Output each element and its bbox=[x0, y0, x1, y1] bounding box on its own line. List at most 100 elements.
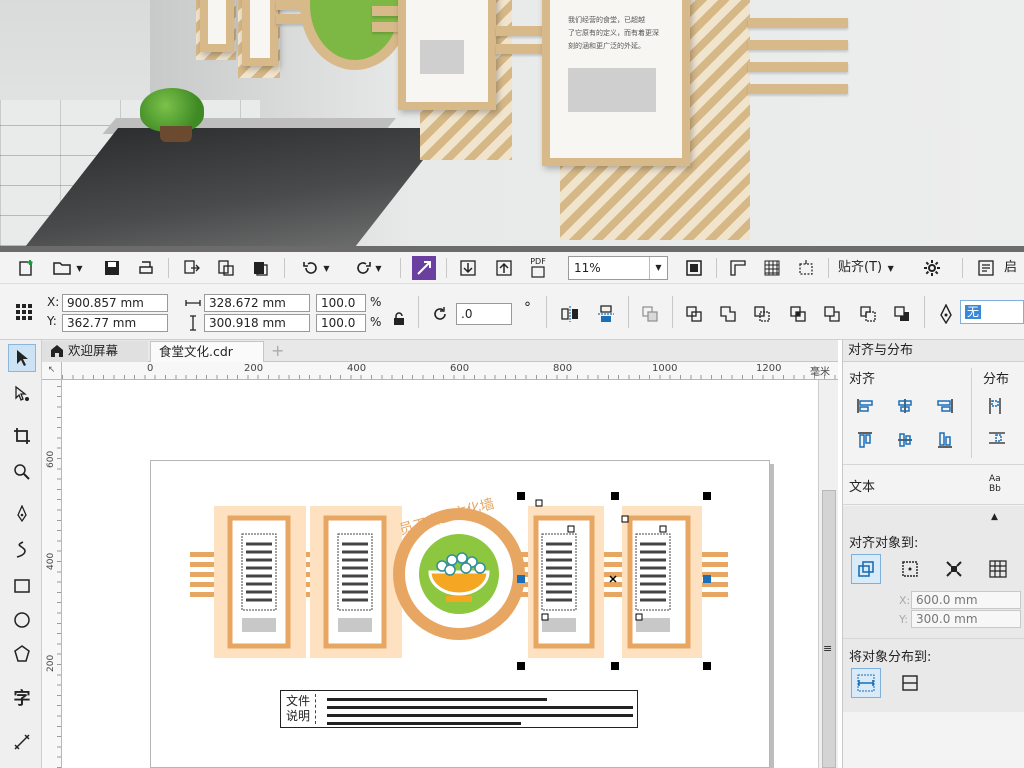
y-label: Y: bbox=[47, 314, 57, 328]
publish-pdf-button[interactable]: PDF bbox=[526, 256, 550, 280]
render-plank bbox=[748, 40, 848, 50]
text-tool-glyph: 字 bbox=[13, 688, 31, 709]
redo-icon[interactable]: ▼ bbox=[346, 256, 390, 280]
undo-icon[interactable]: ▼ bbox=[294, 256, 338, 280]
align-y-field[interactable]: 300.0 mm bbox=[911, 610, 1021, 628]
width-field[interactable]: 328.672 mm bbox=[204, 294, 310, 312]
ruler-tick-label: 400 bbox=[46, 552, 56, 570]
object-origin-icon[interactable] bbox=[12, 300, 36, 324]
collapse-up-icon[interactable]: ▲ bbox=[991, 512, 998, 522]
align-right-icon[interactable] bbox=[933, 394, 957, 418]
ruler-origin[interactable]: ↖ bbox=[42, 362, 62, 380]
distribute-to-selection-icon[interactable] bbox=[851, 668, 881, 698]
height-field[interactable]: 300.918 mm bbox=[204, 314, 310, 332]
outline-width-field[interactable]: 无 bbox=[960, 300, 1024, 324]
launch-label[interactable]: 启 bbox=[1004, 256, 1017, 280]
align-to-active-objects-icon[interactable] bbox=[851, 554, 881, 584]
intersect-icon[interactable] bbox=[786, 302, 810, 326]
polygon-tool-icon[interactable] bbox=[8, 640, 36, 668]
parallel-dimension-tool-icon[interactable] bbox=[8, 728, 36, 756]
scale-height-field[interactable]: 100.0 bbox=[316, 314, 366, 332]
y-position-field[interactable]: 362.77 mm bbox=[62, 314, 168, 332]
crop-tool-icon[interactable] bbox=[8, 422, 36, 450]
toolbar-divider bbox=[418, 296, 419, 328]
scrollbar-thumb[interactable] bbox=[822, 490, 836, 768]
align-bottom-icon[interactable] bbox=[933, 428, 957, 452]
freehand-tool-icon[interactable] bbox=[8, 500, 36, 528]
outline-pen-icon[interactable] bbox=[934, 302, 958, 326]
publish-icon[interactable] bbox=[248, 256, 272, 280]
text-align-icon[interactable]: Aa Bb bbox=[989, 474, 1005, 494]
front-minus-back-icon[interactable] bbox=[856, 302, 880, 326]
artwork-culture-wall[interactable]: 员工食堂文化墙 bbox=[190, 490, 730, 680]
group-objects-icon[interactable] bbox=[638, 302, 662, 326]
scale-width-field[interactable]: 100.0 bbox=[316, 294, 366, 312]
distribute-left-icon[interactable] bbox=[985, 394, 1009, 418]
align-to-page-edge-icon[interactable] bbox=[895, 554, 925, 584]
mirror-horizontal-icon[interactable] bbox=[558, 302, 582, 326]
zoom-tool-icon[interactable] bbox=[8, 458, 36, 486]
import-file-icon[interactable] bbox=[456, 256, 480, 280]
docker-divider bbox=[843, 504, 1024, 505]
weld-icon[interactable] bbox=[716, 302, 740, 326]
snap-to-menu[interactable]: 贴齐(T) ▼ bbox=[838, 256, 894, 280]
distribute-to-label: 将对象分布到: bbox=[849, 650, 932, 665]
open-document-icon[interactable]: ▼ bbox=[46, 256, 90, 280]
print-icon[interactable] bbox=[134, 256, 158, 280]
new-document-icon[interactable] bbox=[14, 256, 38, 280]
mirror-vertical-icon[interactable] bbox=[594, 302, 618, 326]
simplify-icon[interactable] bbox=[820, 302, 844, 326]
align-center-vertical-icon[interactable] bbox=[893, 428, 917, 452]
ruler-tick-label: 600 bbox=[450, 363, 470, 374]
align-to-grid-icon[interactable] bbox=[983, 554, 1013, 584]
artistic-media-tool-icon[interactable] bbox=[8, 536, 36, 564]
file-note-box[interactable]: 文件 说明 bbox=[280, 690, 638, 728]
save-icon[interactable] bbox=[100, 256, 124, 280]
tab-welcome-screen[interactable]: 欢迎屏幕 bbox=[42, 341, 148, 362]
render-photo-placeholder bbox=[568, 68, 656, 112]
show-guidelines-icon[interactable] bbox=[794, 256, 818, 280]
note-line bbox=[327, 698, 547, 701]
artwork-panel-3 bbox=[528, 506, 604, 658]
toolbar-divider bbox=[168, 258, 169, 278]
export-file-icon[interactable] bbox=[492, 256, 516, 280]
chevron-down-icon: ▼ bbox=[885, 264, 894, 273]
shape-tool-icon[interactable] bbox=[8, 380, 36, 408]
render-caption-line: 我们经营的食堂，已超越 bbox=[568, 16, 645, 24]
ellipse-tool-icon[interactable] bbox=[8, 606, 36, 634]
x-position-field[interactable]: 900.857 mm bbox=[62, 294, 168, 312]
align-to-page-center-icon[interactable] bbox=[939, 554, 969, 584]
rectangle-tool-icon[interactable] bbox=[8, 572, 36, 600]
align-x-field[interactable]: 600.0 mm bbox=[911, 591, 1021, 609]
text-tool-icon[interactable]: 字 bbox=[8, 682, 36, 710]
vertical-ruler[interactable] bbox=[42, 380, 62, 768]
distribute-top-icon[interactable] bbox=[985, 428, 1009, 452]
text-section-label: 文本 bbox=[849, 480, 876, 495]
import-icon[interactable] bbox=[180, 256, 204, 280]
full-screen-preview-icon[interactable] bbox=[682, 256, 706, 280]
export-icon[interactable] bbox=[214, 256, 238, 280]
pick-tool-icon[interactable] bbox=[8, 344, 36, 372]
lock-ratio-icon[interactable] bbox=[390, 310, 408, 328]
rotation-angle-field[interactable]: .0 bbox=[456, 303, 512, 325]
zoom-level-combo[interactable]: 11% ▼ bbox=[568, 256, 668, 280]
application-launcher-icon[interactable] bbox=[974, 256, 998, 280]
show-rulers-icon[interactable] bbox=[726, 256, 750, 280]
chevron-down-icon[interactable]: ▼ bbox=[649, 257, 667, 279]
options-gear-icon[interactable] bbox=[920, 256, 944, 280]
align-center-horizontal-icon[interactable] bbox=[893, 394, 917, 418]
combine-icon[interactable] bbox=[682, 302, 706, 326]
align-left-icon[interactable] bbox=[853, 394, 877, 418]
new-tab-plus-icon[interactable]: + bbox=[268, 341, 288, 362]
show-grid-icon[interactable] bbox=[760, 256, 784, 280]
toolbar-divider bbox=[628, 296, 629, 328]
tab-document[interactable]: 食堂文化.cdr bbox=[150, 341, 264, 362]
trim-icon[interactable] bbox=[750, 302, 774, 326]
distribute-to-page-icon[interactable] bbox=[895, 668, 925, 698]
align-top-icon[interactable] bbox=[853, 428, 877, 452]
corel-connect-icon[interactable] bbox=[412, 256, 436, 280]
vertical-scrollbar[interactable]: ≡ bbox=[818, 380, 838, 768]
document-tab-bar: 欢迎屏幕 食堂文化.cdr + bbox=[42, 340, 838, 362]
render-plank bbox=[748, 84, 848, 94]
back-minus-front-icon[interactable] bbox=[890, 302, 914, 326]
